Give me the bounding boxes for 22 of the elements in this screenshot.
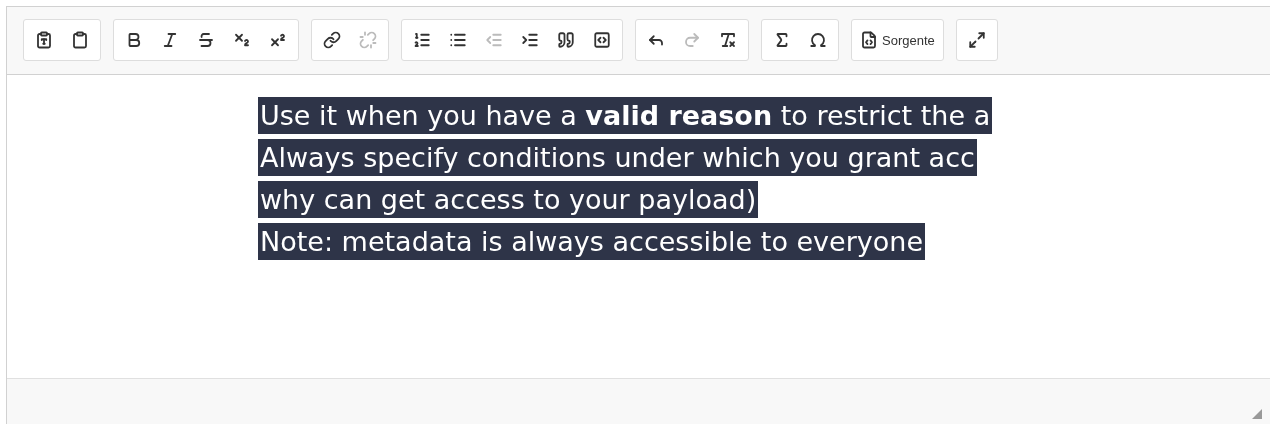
source-button[interactable]: Sorgente <box>856 22 939 58</box>
numbered-list-icon <box>413 31 431 49</box>
unlink-icon <box>359 31 377 49</box>
italic-icon <box>161 31 179 49</box>
indent-icon <box>521 31 539 49</box>
source-code-icon <box>860 31 878 49</box>
superscript-icon <box>269 31 287 49</box>
maximize-icon <box>967 31 986 49</box>
link-icon <box>323 31 341 49</box>
quote-icon <box>557 31 575 49</box>
strikethrough-icon <box>197 31 215 49</box>
bulleted-list-icon <box>449 31 467 49</box>
clipboard-icon <box>71 31 89 49</box>
subscript-icon <box>233 31 251 49</box>
outdent-icon <box>485 31 503 49</box>
redo-icon <box>683 31 701 49</box>
resize-handle-icon[interactable] <box>1252 409 1262 419</box>
editor-content[interactable]: Use it when you have a valid reason to restrict the a Always specify conditions under which you grant acc why can get access to your payload) Note: metadata is always accessible to everyone <box>7 75 1270 378</box>
clipboard-text-icon <box>35 31 53 49</box>
code-block-icon <box>593 31 611 49</box>
clear-format-icon <box>719 31 737 49</box>
omega-icon <box>809 31 827 49</box>
